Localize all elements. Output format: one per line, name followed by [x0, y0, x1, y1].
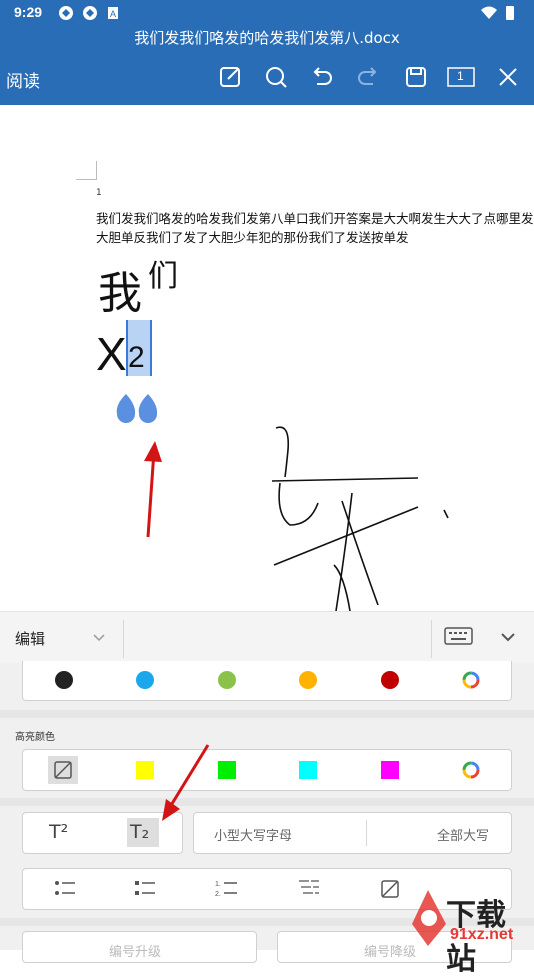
read-mode-label[interactable]: 阅读 [6, 67, 40, 92]
document-title: 我们发我们咯发的哈发我们发第八.docx [0, 26, 534, 51]
battery-icon [506, 6, 514, 20]
highlight-magenta[interactable] [381, 761, 399, 779]
highlight-color-label: 高亮颜色 [15, 732, 55, 743]
red-arrow-annotation-icon [146, 450, 156, 538]
close-icon[interactable] [494, 63, 522, 91]
red-arrow-head-icon [144, 441, 162, 462]
font-color-row [22, 661, 512, 701]
edit-doc-icon[interactable] [216, 63, 244, 91]
status-bar: 9:29 A [0, 0, 534, 26]
page-count-button[interactable]: 1 [446, 63, 476, 91]
system-icons [480, 5, 520, 25]
numbered-list-icon[interactable]: 1.2. [215, 879, 239, 899]
svg-text:1.: 1. [215, 881, 221, 888]
section-divider [0, 710, 534, 718]
divider [366, 820, 367, 846]
edit-bar: 编辑 [0, 611, 534, 664]
all-caps-button[interactable]: 全部大写 [437, 825, 489, 844]
search-icon[interactable] [262, 63, 290, 91]
caps-toggle-group: 小型大写字母 全部大写 [193, 812, 512, 854]
bottom-left-button-label: 编号升级 [109, 945, 162, 960]
divider [431, 620, 432, 658]
keyboard-icon[interactable] [444, 626, 474, 648]
svg-text:A: A [110, 9, 116, 19]
document-canvas[interactable]: 1 我们发我们咯发的哈发我们发第八单口我们开答案是大大啊发生大大了点哪里发 大胆… [0, 105, 534, 611]
subscript-button[interactable]: T₂ [130, 821, 149, 843]
selection-handle-right-icon[interactable] [138, 394, 158, 423]
edit-mode-label[interactable]: 编辑 [15, 628, 45, 649]
bottom-left-button[interactable]: 编号升级 [22, 931, 257, 963]
font-color-black[interactable] [55, 671, 73, 689]
wifi-icon [481, 6, 497, 19]
bullet-list-icon[interactable] [53, 879, 77, 899]
red-arrow-annotation-icon [162, 744, 210, 821]
status-time: 9:29 [14, 4, 43, 20]
page-count-label: 1 [457, 69, 464, 83]
top-toolbar: 阅读 1 [0, 51, 534, 105]
no-list-icon[interactable] [379, 878, 403, 900]
multilevel-list-icon[interactable] [297, 878, 321, 900]
undo-icon[interactable] [308, 63, 336, 91]
font-color-green[interactable] [218, 671, 236, 689]
font-color-blue[interactable] [136, 671, 154, 689]
handwriting-strokes [271, 426, 449, 611]
highlight-green[interactable] [218, 761, 236, 779]
selection-handle-left-icon[interactable] [116, 394, 136, 423]
font-color-red[interactable] [381, 671, 399, 689]
divider [123, 620, 124, 658]
redo-icon[interactable] [354, 63, 382, 91]
font-color-orange[interactable] [299, 671, 317, 689]
section-divider [0, 798, 534, 806]
small-caps-button[interactable]: 小型大写字母 [214, 825, 292, 844]
collapse-chevron-icon[interactable] [500, 630, 516, 644]
watermark-domain: 91xz.net [450, 926, 514, 943]
svg-text:2.: 2. [215, 891, 221, 898]
no-highlight-icon[interactable] [48, 756, 78, 784]
more-colors-icon[interactable] [461, 670, 481, 690]
highlight-color-row [22, 749, 512, 791]
app-notification-icon: A [59, 6, 119, 20]
save-icon[interactable] [402, 63, 430, 91]
site-watermark: 下载站 91xz.net [406, 884, 534, 977]
notification-icons: A [58, 5, 119, 25]
more-highlight-colors-icon[interactable] [461, 760, 481, 780]
superscript-button[interactable]: T² [49, 821, 68, 843]
highlight-cyan[interactable] [299, 761, 317, 779]
square-bullet-list-icon[interactable] [133, 879, 157, 899]
chevron-down-icon[interactable] [92, 632, 106, 644]
document-drawing-layer [116, 394, 449, 611]
